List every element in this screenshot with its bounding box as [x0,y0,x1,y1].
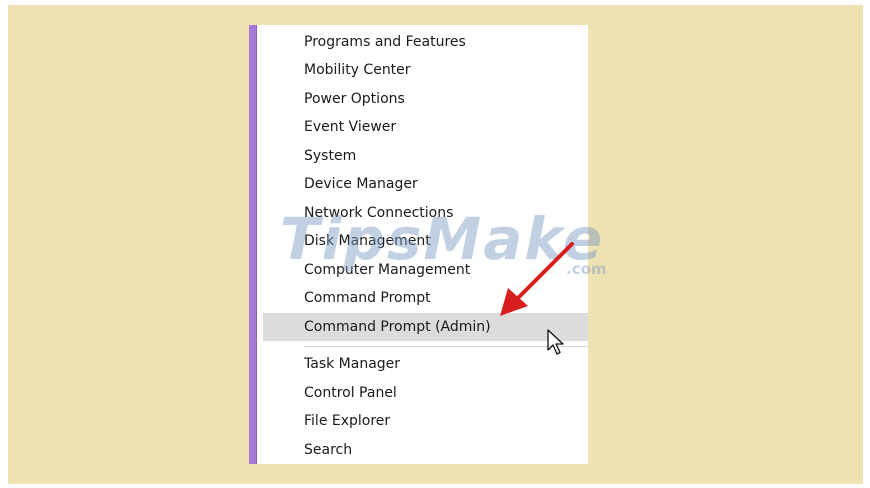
menu-item-programs-and-features[interactable]: Programs and Features [263,28,588,56]
mouse-pointer-icon [547,329,564,355]
menu-item-event-viewer[interactable]: Event Viewer [263,113,588,141]
menu-item-file-explorer[interactable]: File Explorer [263,407,588,435]
menu-item-device-manager[interactable]: Device Manager [263,170,588,198]
menu-item-system[interactable]: System [263,142,588,170]
menu-item-search[interactable]: Search [263,436,588,464]
menu-item-mobility-center[interactable]: Mobility Center [263,56,588,84]
menu-item-task-manager[interactable]: Task Manager [263,350,588,378]
red-arrow-icon [500,242,574,316]
menu-item-network-connections[interactable]: Network Connections [263,199,588,227]
menu-item-power-options[interactable]: Power Options [263,85,588,113]
menu-item-control-panel[interactable]: Control Panel [263,379,588,407]
menu-accent-bar [249,25,257,464]
